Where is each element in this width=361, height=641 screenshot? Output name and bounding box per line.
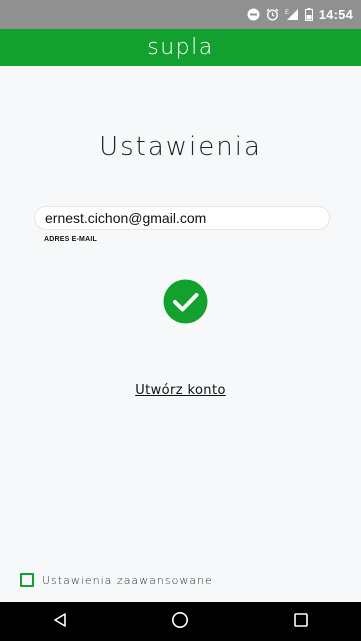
advanced-settings-row[interactable]: Ustawienia zaawansowane (20, 571, 213, 589)
check-circle-icon (163, 279, 208, 324)
email-input[interactable] (34, 206, 330, 230)
page-title: Ustawienia (99, 132, 262, 162)
status-time: 14:54 (318, 7, 353, 22)
home-button[interactable] (156, 602, 204, 641)
supla-logo: supla (147, 35, 214, 60)
signal-icon: E (285, 8, 299, 21)
svg-text:E: E (285, 10, 289, 16)
app-bar: supla (0, 29, 361, 66)
advanced-settings-label: Ustawienia zaawansowane (42, 573, 213, 587)
recents-icon (293, 612, 309, 632)
create-account-link[interactable]: Utwórz konto (135, 383, 226, 398)
alarm-icon (266, 8, 279, 21)
home-icon (171, 611, 189, 633)
battery-icon (304, 8, 313, 21)
back-icon (52, 612, 68, 632)
status-bar: E 14:54 (0, 0, 361, 29)
do-not-disturb-icon (247, 8, 260, 21)
navigation-bar (0, 602, 361, 641)
recents-button[interactable] (277, 602, 325, 641)
advanced-settings-checkbox[interactable] (20, 573, 34, 587)
email-label: ADRES E-MAIL (44, 236, 97, 243)
create-account-row: Utwórz konto (0, 379, 361, 398)
back-button[interactable] (36, 602, 84, 641)
